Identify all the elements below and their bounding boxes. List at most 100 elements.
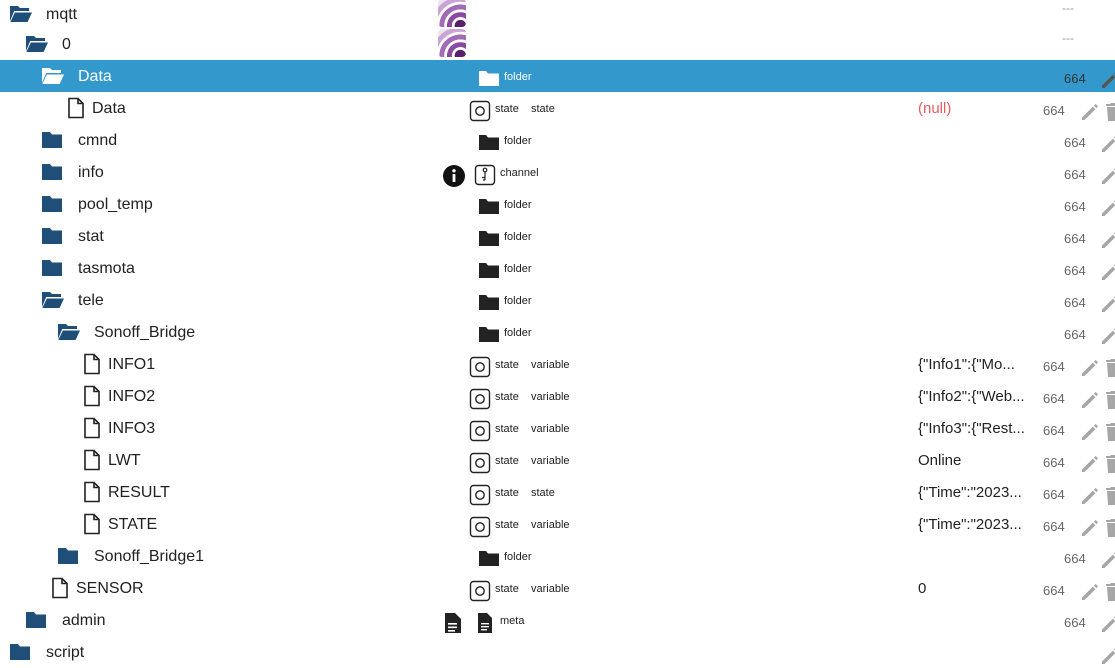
tree-row[interactable]: tasmota folder 664 (0, 252, 1115, 284)
edit-pencil-icon[interactable] (1100, 262, 1115, 282)
edit-pencil-icon[interactable] (1100, 614, 1115, 634)
object-name[interactable]: Data (92, 100, 126, 118)
folder-icon[interactable] (40, 192, 64, 216)
object-name[interactable]: Data (78, 68, 112, 86)
file-icon[interactable] (80, 448, 104, 472)
info-icon[interactable] (442, 164, 466, 188)
file-icon[interactable] (80, 480, 104, 504)
edit-pencil-icon[interactable] (1100, 230, 1115, 250)
object-name[interactable]: INFO3 (108, 420, 155, 438)
object-name[interactable]: tele (78, 292, 104, 310)
object-name[interactable]: cmnd (78, 132, 117, 150)
object-name[interactable]: RESULT (108, 484, 170, 502)
object-name[interactable]: info (78, 164, 104, 182)
acl-rights: 664 (1064, 263, 1086, 278)
tree-row[interactable]: tele folder 664 (0, 284, 1115, 316)
edit-pencil-icon[interactable] (1080, 582, 1100, 602)
tree-row[interactable]: STATE state variable {"Time":"2023... 664 (0, 508, 1115, 540)
object-value[interactable]: {"Info3":{"Rest... (918, 420, 1033, 438)
object-value[interactable]: (null) (918, 100, 1033, 118)
object-name[interactable]: Sonoff_Bridge (94, 324, 195, 342)
object-name[interactable]: script (46, 644, 84, 662)
file-icon[interactable] (48, 576, 72, 600)
delete-trash-icon[interactable] (1105, 422, 1115, 442)
object-value[interactable]: {"Time":"2023... (918, 516, 1033, 534)
folder-icon[interactable] (40, 128, 64, 152)
tree-row[interactable]: script (0, 636, 1115, 668)
folder-icon[interactable] (56, 544, 80, 568)
folder-icon[interactable] (40, 224, 64, 248)
file-icon[interactable] (64, 96, 88, 120)
delete-trash-icon[interactable] (1105, 582, 1115, 602)
folder-icon[interactable] (40, 160, 64, 184)
edit-pencil-icon[interactable] (1080, 102, 1100, 122)
tree-row[interactable]: Data folder 664 (0, 60, 1115, 92)
object-name[interactable]: admin (62, 612, 106, 630)
edit-pencil-icon[interactable] (1100, 294, 1115, 314)
edit-pencil-icon[interactable] (1100, 166, 1115, 186)
object-value[interactable]: {"Info2":{"Web... (918, 388, 1033, 406)
folder-icon[interactable] (24, 608, 48, 632)
delete-trash-icon[interactable] (1105, 518, 1115, 538)
edit-pencil-icon[interactable] (1100, 326, 1115, 346)
edit-pencil-icon[interactable] (1100, 550, 1115, 570)
delete-trash-icon[interactable] (1105, 102, 1115, 122)
object-name[interactable]: mqtt (46, 6, 77, 24)
file-icon[interactable] (80, 512, 104, 536)
tree-row[interactable]: Data state state (null) 664 (0, 92, 1115, 124)
tree-row[interactable]: pool_temp folder 664 (0, 188, 1115, 220)
edit-pencil-icon[interactable] (1100, 134, 1115, 154)
object-value[interactable]: {"Info1":{"Mo... (918, 356, 1033, 374)
tree-row[interactable]: Sonoff_Bridge1 folder 664 (0, 540, 1115, 572)
tree-row[interactable]: info channel 664 (0, 156, 1115, 188)
delete-trash-icon[interactable] (1105, 486, 1115, 506)
tree-row[interactable]: INFO3 state variable {"Info3":{"Rest... 664 (0, 412, 1115, 444)
object-name[interactable]: 0 (62, 36, 71, 54)
object-name[interactable]: pool_temp (78, 196, 153, 214)
object-value[interactable]: {"Time":"2023... (918, 484, 1033, 502)
tree-row[interactable]: LWT state variable Online 664 (0, 444, 1115, 476)
delete-trash-icon[interactable] (1105, 390, 1115, 410)
folder-open-icon[interactable] (56, 320, 80, 344)
edit-pencil-icon[interactable] (1080, 390, 1100, 410)
edit-pencil-icon[interactable] (1100, 70, 1115, 90)
edit-pencil-icon[interactable] (1100, 646, 1115, 666)
object-name[interactable]: Sonoff_Bridge1 (94, 548, 204, 566)
file-icon[interactable] (80, 352, 104, 376)
edit-pencil-icon[interactable] (1080, 358, 1100, 378)
delete-trash-icon[interactable] (1105, 454, 1115, 474)
object-name[interactable]: SENSOR (76, 580, 144, 598)
tree-row[interactable]: 0 --- (0, 28, 1115, 60)
tree-row[interactable]: INFO2 state variable {"Info2":{"Web... 664 (0, 380, 1115, 412)
folder-open-icon[interactable] (24, 32, 48, 56)
edit-pencil-icon[interactable] (1100, 198, 1115, 218)
tree-row[interactable]: stat folder 664 (0, 220, 1115, 252)
folder-icon[interactable] (40, 256, 64, 280)
tree-row[interactable]: RESULT state state {"Time":"2023... 664 (0, 476, 1115, 508)
tree-row[interactable]: admin meta 664 (0, 604, 1115, 636)
edit-pencil-icon[interactable] (1080, 422, 1100, 442)
folder-open-icon[interactable] (40, 288, 64, 312)
folder-icon[interactable] (8, 640, 32, 664)
tree-row[interactable]: cmnd folder 664 (0, 124, 1115, 156)
edit-pencil-icon[interactable] (1080, 486, 1100, 506)
tree-row[interactable]: INFO1 state variable {"Info1":{"Mo... 664 (0, 348, 1115, 380)
edit-pencil-icon[interactable] (1080, 518, 1100, 538)
object-name[interactable]: INFO1 (108, 356, 155, 374)
tree-row[interactable]: SENSOR state variable 0 664 (0, 572, 1115, 604)
edit-pencil-icon[interactable] (1080, 454, 1100, 474)
folder-open-icon[interactable] (8, 2, 32, 26)
file-icon[interactable] (80, 384, 104, 408)
object-name[interactable]: stat (78, 228, 104, 246)
object-name[interactable]: INFO2 (108, 388, 155, 406)
object-name[interactable]: LWT (108, 452, 141, 470)
tree-row[interactable]: mqtt --- (0, 0, 1115, 30)
delete-trash-icon[interactable] (1105, 358, 1115, 378)
tree-row[interactable]: Sonoff_Bridge folder 664 (0, 316, 1115, 348)
object-value[interactable]: 0 (918, 580, 1033, 598)
object-value[interactable]: Online (918, 452, 1033, 470)
object-name[interactable]: STATE (108, 516, 157, 534)
file-icon[interactable] (80, 416, 104, 440)
folder-open-icon[interactable] (40, 64, 64, 88)
object-name[interactable]: tasmota (78, 260, 135, 278)
